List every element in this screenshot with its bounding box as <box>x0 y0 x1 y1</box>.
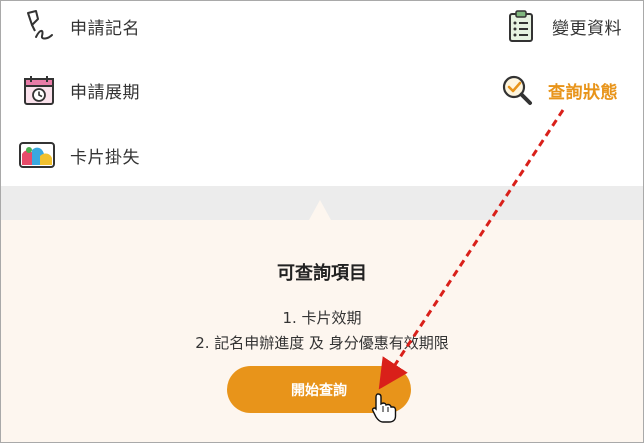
annotation-overlay <box>371 109 565 423</box>
annotation-arrow <box>378 109 565 390</box>
hand-cursor-icon <box>371 393 397 423</box>
